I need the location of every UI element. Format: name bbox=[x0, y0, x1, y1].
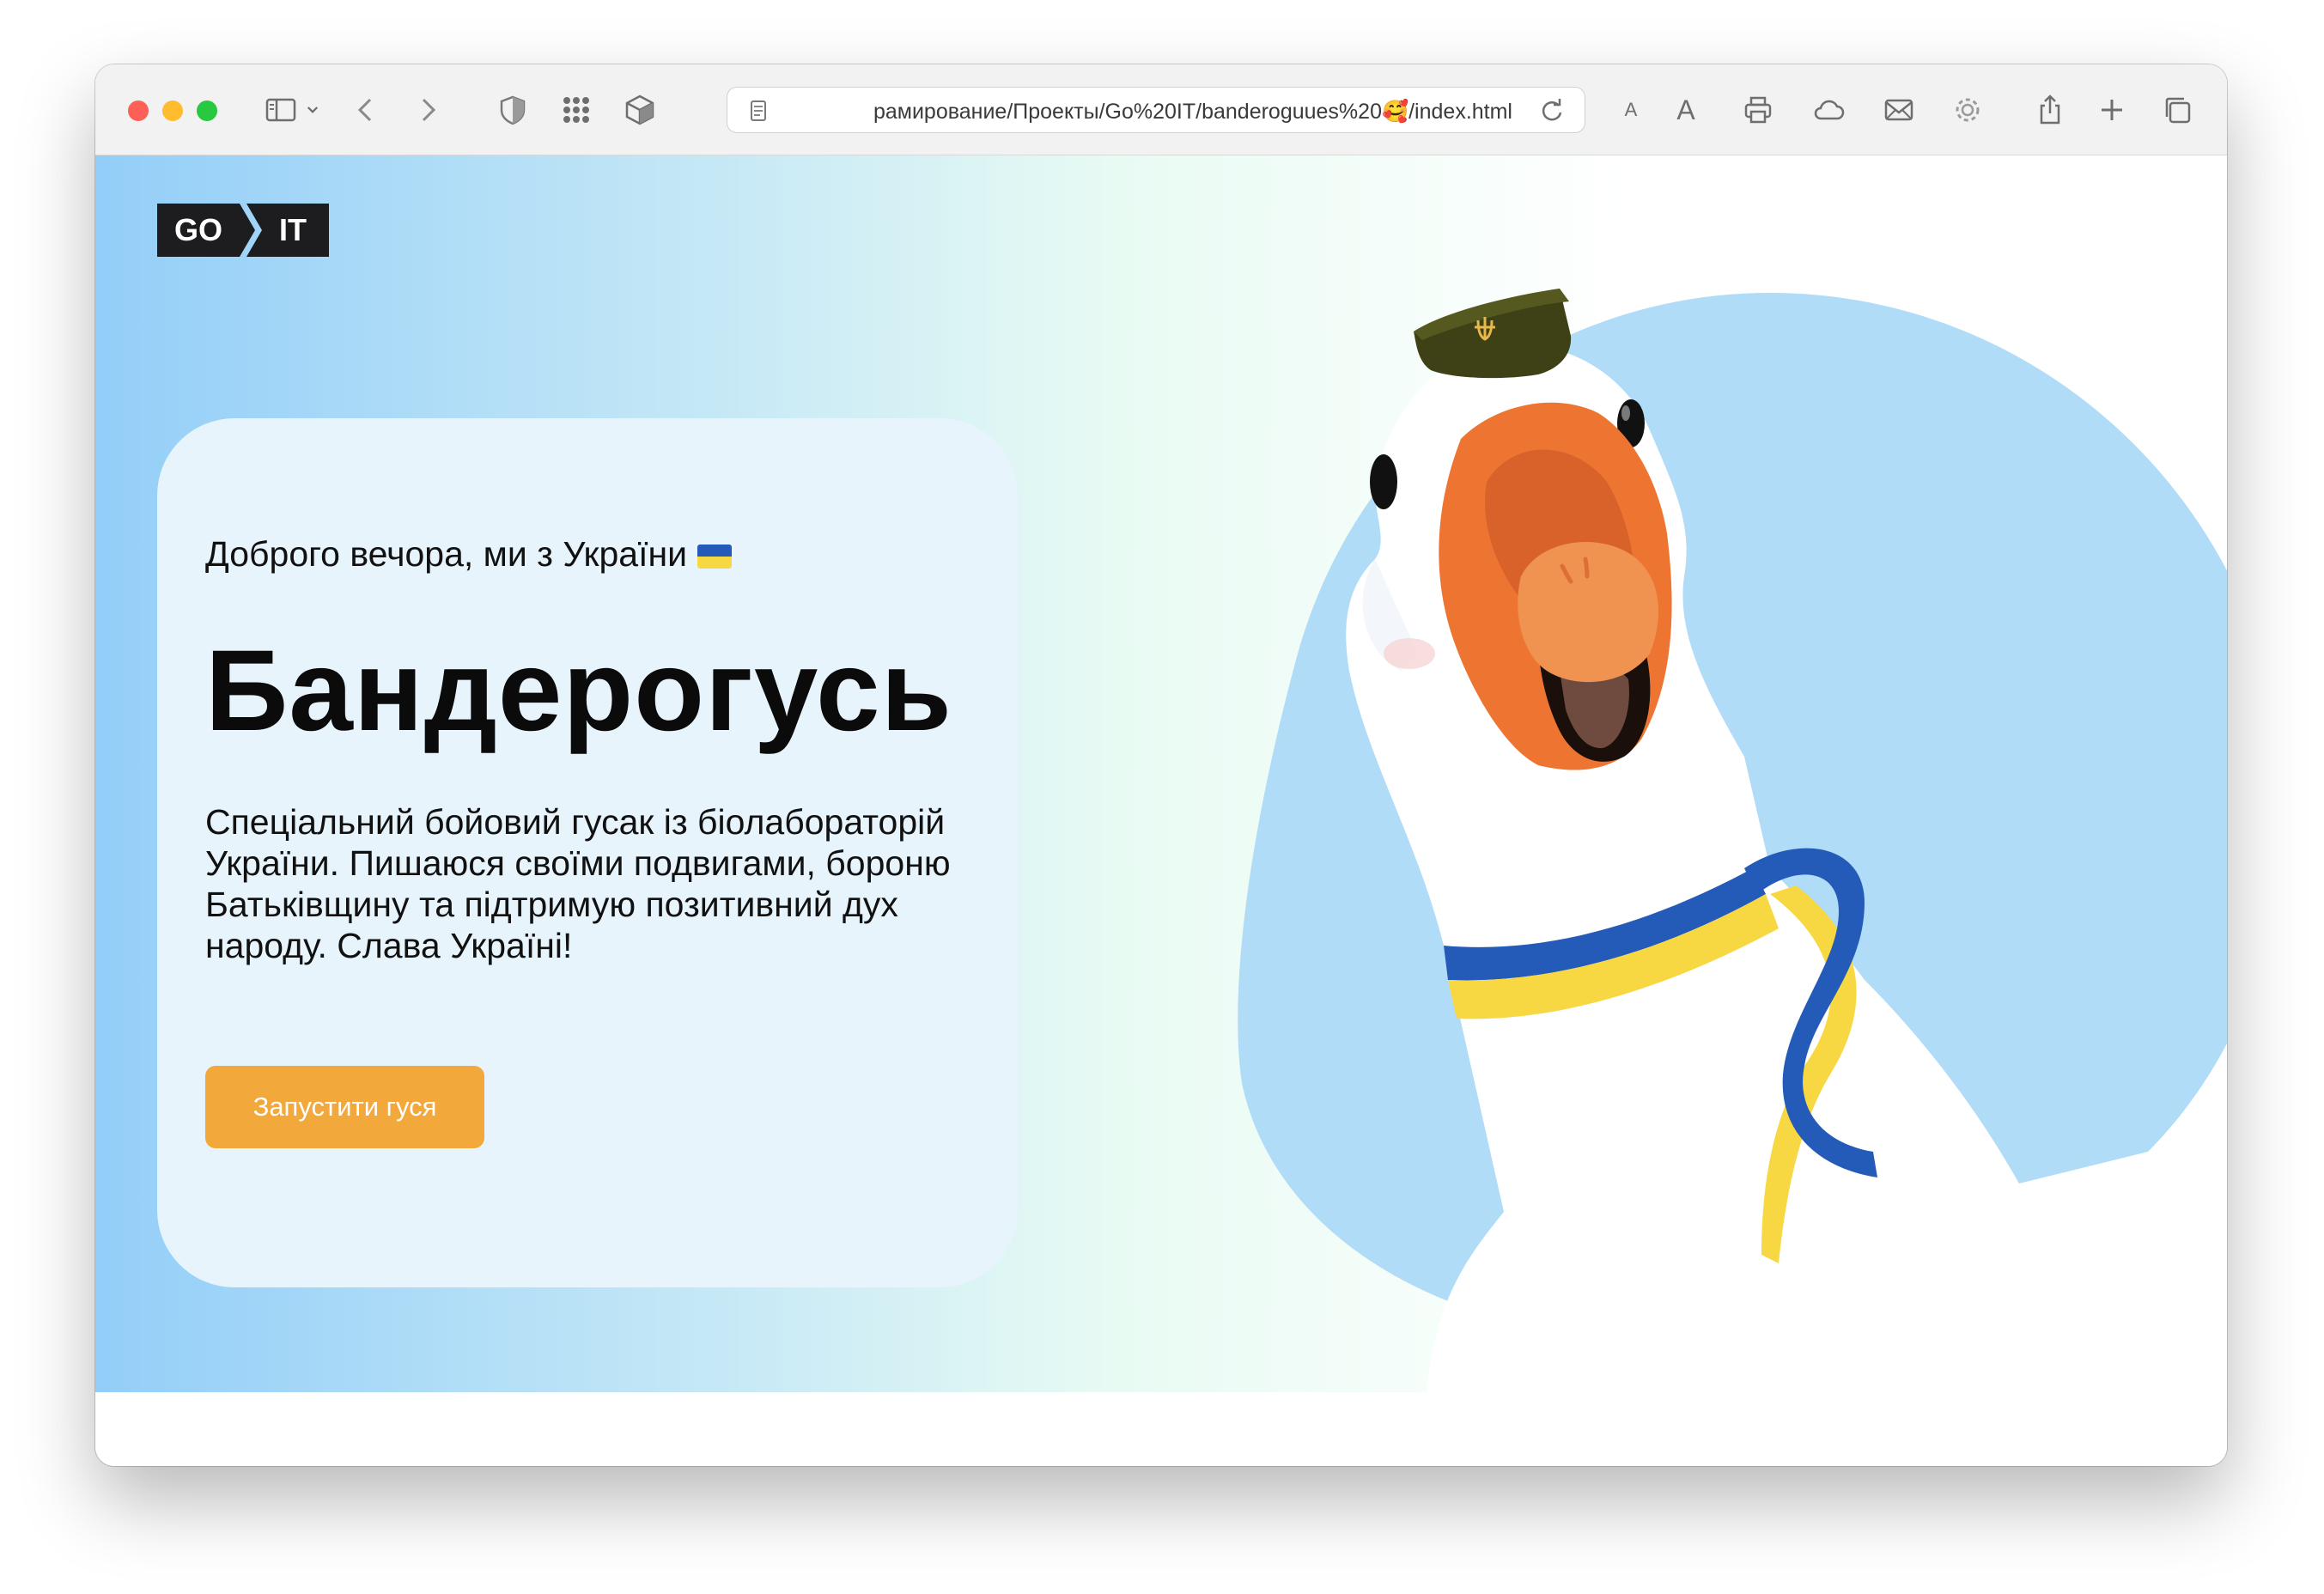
share-icon[interactable] bbox=[2028, 88, 2072, 132]
cloud-icon[interactable] bbox=[1806, 88, 1851, 132]
ukraine-flag-icon bbox=[697, 545, 733, 569]
text-larger-button[interactable]: A bbox=[1664, 88, 1708, 132]
tabs-overview-icon[interactable] bbox=[2155, 88, 2199, 132]
gear-icon[interactable] bbox=[1945, 88, 1990, 132]
hero-greeting: Доброго вечора, ми з України bbox=[205, 532, 733, 576]
logo-text-it: IT bbox=[279, 212, 307, 247]
back-arrow-icon[interactable] bbox=[344, 88, 389, 132]
cube-extension-icon[interactable] bbox=[618, 88, 662, 132]
hero-section: GO IT Доброго вечора, ми з України Банде… bbox=[95, 155, 2227, 1392]
goose-right-eye-shine bbox=[1621, 405, 1630, 421]
address-bar[interactable]: рамирование/Проекты/Go%20IT/banderoguues… bbox=[727, 87, 1585, 133]
launch-goose-button[interactable]: Запустити гуся bbox=[205, 1066, 484, 1148]
minimize-window-button[interactable] bbox=[162, 100, 183, 121]
text-smaller-button[interactable]: A bbox=[1609, 88, 1653, 132]
reload-icon[interactable] bbox=[1530, 88, 1574, 133]
logo-text-go: GO bbox=[174, 212, 222, 247]
mail-icon[interactable] bbox=[1877, 88, 1921, 132]
forward-arrow-icon[interactable] bbox=[405, 88, 449, 132]
url-fade bbox=[813, 93, 865, 129]
hero-title: Бандерогусь bbox=[205, 627, 952, 755]
hero-description: Спеціальний бойовий гусак із біолаборато… bbox=[205, 802, 951, 965]
greeting-text: Доброго вечора, ми з України bbox=[205, 534, 688, 574]
browser-toolbar: рамирование/Проекты/Go%20IT/banderoguues… bbox=[95, 64, 2227, 155]
goit-logo[interactable]: GO IT bbox=[157, 204, 329, 257]
sidebar-toggle-icon[interactable] bbox=[259, 88, 303, 132]
goose-left-eye bbox=[1370, 454, 1397, 509]
grid-apps-icon[interactable] bbox=[554, 88, 599, 132]
goose-illustration bbox=[1238, 289, 2227, 1392]
zoom-window-button[interactable] bbox=[197, 100, 217, 121]
close-window-button[interactable] bbox=[128, 100, 149, 121]
web-page: GO IT Доброго вечора, ми з України Банде… bbox=[95, 155, 2227, 1466]
text-smaller-label: A bbox=[1624, 99, 1638, 120]
goose-cheek bbox=[1384, 638, 1435, 669]
page-icon bbox=[736, 88, 781, 133]
print-icon[interactable] bbox=[1736, 88, 1780, 132]
text-larger-label: A bbox=[1676, 94, 1695, 125]
shield-icon[interactable] bbox=[490, 88, 535, 132]
goose-nostril-right bbox=[1583, 557, 1590, 579]
url-text[interactable]: рамирование/Проекты/Go%20IT/banderoguues… bbox=[817, 99, 1512, 125]
browser-window: рамирование/Проекты/Go%20IT/banderoguues… bbox=[95, 64, 2227, 1466]
chevron-down-icon[interactable] bbox=[300, 88, 325, 132]
new-tab-plus-icon[interactable] bbox=[2090, 88, 2134, 132]
